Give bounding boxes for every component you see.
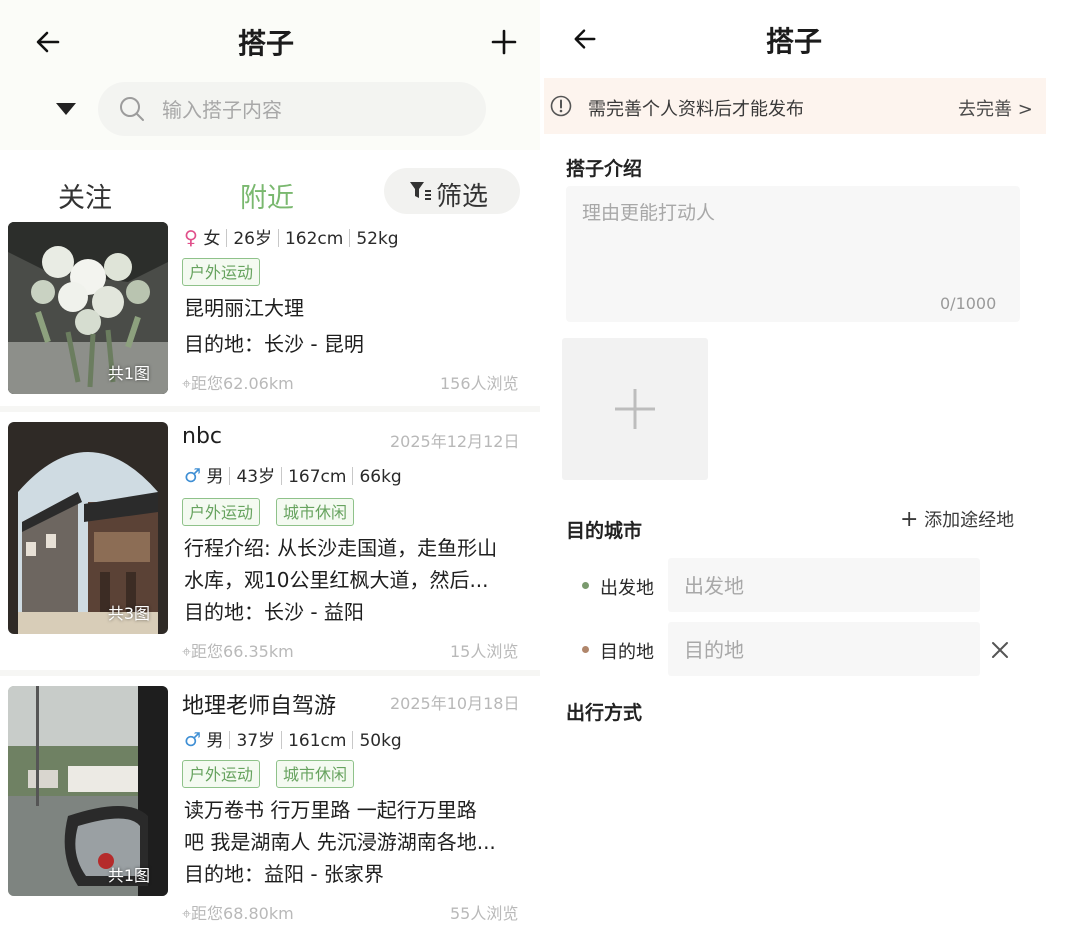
back-arrow-icon[interactable] [34,28,62,56]
add-stop-label: 添加途经地 [924,510,1015,531]
search-input[interactable] [160,94,464,126]
post-destination: 目的地：长沙 - 昆明 [184,332,364,356]
add-stop-button[interactable]: + 添加途经地 [900,506,1014,532]
profile-incomplete-banner[interactable]: 需完善个人资料后才能发布 去完善 > [544,78,1046,134]
post-destination: 目的地：益阳 - 张家界 [184,862,384,886]
departure-input[interactable] [682,570,966,602]
post-description-line: 读万卷书 行万里路 一起行万里路 [184,798,477,822]
arrival-dot-icon [582,646,589,653]
arrival-label: 目的地 [600,642,654,663]
list-divider [0,406,540,412]
plus-icon [491,29,517,55]
interest-tag: 城市休闲 [276,498,355,526]
departure-field[interactable] [668,558,980,612]
age: 26岁 [233,229,272,249]
post-description: 昆明丽江大理 [184,296,304,320]
destination-city-label: 目的城市 [566,520,643,542]
male-icon: ♂ [184,729,202,751]
location-pin-icon: ⌖ [182,642,192,661]
poster-name[interactable]: 地理老师自驾游 [182,688,336,720]
nearby-partners-screen: 搭子 关注 附近 筛选 [0,0,540,934]
filter-button[interactable]: 筛选 [384,168,520,214]
post-description-line: 吧 我是湖南人 先沉浸游湖南各地... [184,830,496,854]
post-distance: ⌖距您68.80km [182,904,294,923]
tab-following[interactable]: 关注 [58,176,112,215]
poster-name[interactable]: nbc [182,424,222,449]
post-views: 15人浏览 [450,642,519,661]
post-destination: 目的地：长沙 - 益阳 [184,600,364,624]
back-arrow-icon[interactable] [572,26,598,52]
female-icon: ♀ [184,227,198,249]
post-date: 2025年10月18日 [390,694,520,713]
height: 162cm [284,229,344,249]
interest-tag: 城市休闲 [276,760,355,788]
travel-mode-label: 出行方式 [566,702,643,724]
list-divider [0,670,540,676]
location-dropdown-caret-icon[interactable] [54,100,78,118]
char-counter: 0/1000 [940,294,997,313]
info-icon [550,95,572,117]
filter-icon [408,179,432,203]
page-title: 搭子 [238,27,295,60]
height: 161cm [288,731,347,751]
search-icon [118,95,146,123]
location-pin-icon: ⌖ [182,904,192,923]
image-count: 共3图 [107,604,150,623]
intro-textarea[interactable] [580,196,1004,280]
post-date: 2025年12月12日 [390,432,520,451]
departure-dot-icon [582,582,589,589]
add-image-button[interactable] [562,338,708,480]
weight: 50kg [359,731,402,751]
male-icon: ♂ [184,465,202,487]
plus-icon [613,387,657,431]
tab-nearby[interactable]: 附近 [240,176,294,215]
notice-text: 需完善个人资料后才能发布 [588,99,804,120]
close-icon [992,642,1008,658]
age: 43岁 [236,467,276,487]
remove-stop-button[interactable] [990,640,1010,660]
add-post-button[interactable] [490,28,518,56]
age: 37岁 [236,731,276,751]
gender: 女 [203,229,221,249]
arrival-input[interactable] [682,634,966,666]
post-description-line: 行程介绍: 从长沙走国道，走鱼形山 [184,536,498,560]
intro-textarea-box[interactable]: 0/1000 [566,186,1020,322]
image-count: 共1图 [107,866,150,885]
post-distance: ⌖距您66.35km [182,642,294,661]
gender: 男 [206,467,224,487]
interest-tag: 户外运动 [182,498,261,526]
post-thumbnail[interactable]: 共1图 [8,686,168,896]
post-description-line: 水库，观10公里红枫大道，然后... [184,568,489,592]
interest-tag: 户外运动 [182,760,261,788]
post-thumbnail[interactable]: 共3图 [8,422,168,634]
gender: 男 [206,731,224,751]
image-count: 共1图 [107,364,150,383]
arrival-field[interactable] [668,622,980,676]
interest-tag: 户外运动 [182,258,261,286]
post-thumbnail[interactable]: 共1图 [8,222,168,394]
location-pin-icon: ⌖ [182,374,192,393]
page-title: 搭子 [766,25,823,58]
height: 167cm [288,467,347,487]
filter-label: 筛选 [436,182,489,212]
post-distance: ⌖距您62.06km [182,374,294,393]
profile-meta: ♂ 男 37岁 161cm 50kg [184,726,402,751]
weight: 52kg [356,229,399,249]
complete-profile-link[interactable]: 去完善 > [958,95,1033,121]
post-views: 55人浏览 [450,904,519,923]
plus-icon: + [900,507,919,532]
profile-meta: ♂ 男 43岁 167cm 66kg [184,462,402,487]
weight: 66kg [359,467,402,487]
profile-meta: ♀ 女 26岁 162cm 52kg [184,224,399,249]
search-bar[interactable] [98,82,486,136]
departure-label: 出发地 [600,578,654,599]
create-post-screen: 搭子 需完善个人资料后才能发布 去完善 > 搭子介绍 0/1000 目的城市 +… [540,0,1080,934]
intro-section-label: 搭子介绍 [566,158,643,180]
post-views: 156人浏览 [440,374,519,393]
